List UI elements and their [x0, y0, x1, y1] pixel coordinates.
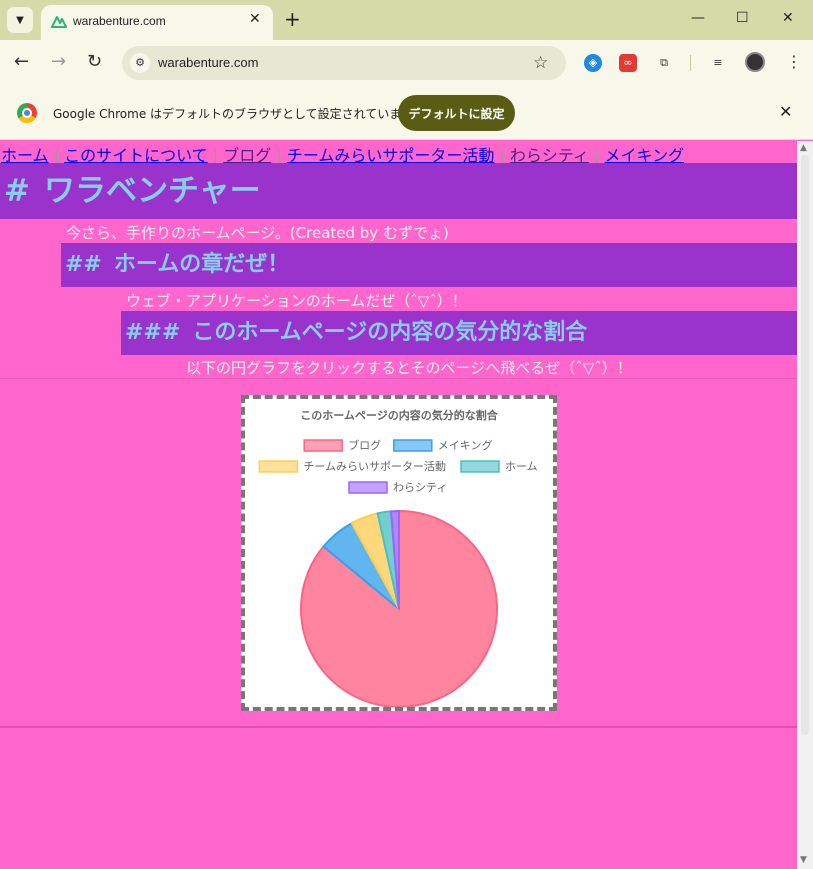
site-settings-icon[interactable]: ⚙: [130, 53, 150, 73]
tab-close-icon[interactable]: ✕: [249, 11, 261, 27]
legend-swatch: [460, 460, 500, 473]
extension-icon[interactable]: ◈: [584, 54, 602, 72]
scroll-down-arrow-icon[interactable]: ▼: [800, 855, 807, 865]
set-default-button[interactable]: デフォルトに設定: [398, 95, 515, 131]
infobar-message: Google Chrome はデフォルトのブラウザとして設定されていません: [53, 107, 425, 121]
url-text[interactable]: warabenture.com: [158, 55, 258, 70]
legend-item[interactable]: メイキング: [393, 438, 493, 452]
tab-bar: ▼ warabenture.com ✕ + — ☐ ✕: [0, 0, 813, 40]
chart-title: このホームページの内容の気分的な割合: [300, 408, 498, 422]
divider: [0, 726, 797, 728]
legend-item[interactable]: ホーム: [460, 460, 538, 473]
puzzle-extensions-icon[interactable]: ⧉: [655, 54, 673, 72]
new-tab-button[interactable]: +: [284, 8, 301, 30]
back-arrow-icon[interactable]: ←: [14, 52, 29, 72]
scrollbar-thumb[interactable]: [801, 155, 809, 735]
legend-item[interactable]: チームみらいサポーター活動: [258, 459, 446, 473]
legend-label: チームみらいサポーター活動: [303, 459, 446, 473]
section-text: ウェブ・アプリケーションのホームだぜ（ˆ▽ˆ）！: [126, 292, 467, 310]
maximize-icon[interactable]: ☐: [736, 10, 749, 26]
pie-chart-container[interactable]: このホームページの内容の気分的な割合ブログ メイキングチームみらいサポーター活動 ホ…: [241, 395, 557, 711]
minimize-icon[interactable]: —: [691, 10, 705, 26]
forward-arrow-icon[interactable]: →: [51, 52, 66, 72]
toolbar-divider: [690, 55, 691, 71]
infobar-close-icon[interactable]: ✕: [779, 102, 792, 121]
default-browser-infobar: Google Chrome はデフォルトのブラウザとして設定されていません デフ…: [0, 86, 813, 140]
chevron-down-icon: ▼: [16, 14, 24, 26]
section-heading: ## ホームの章だぜ！: [61, 243, 797, 287]
heading-marker: #: [4, 173, 30, 209]
legend-label: メイキング: [438, 438, 493, 452]
section-heading-text: ホームの章だぜ！: [113, 252, 290, 277]
intro-text: 今さら、手作りのホームページ。(Created by むずでょ): [66, 224, 449, 242]
divider: [0, 378, 797, 379]
legend-swatch: [393, 439, 433, 452]
window-close-icon[interactable]: ✕: [782, 10, 794, 26]
browser-tab[interactable]: warabenture.com ✕: [41, 5, 273, 40]
legend-label: ホーム: [505, 460, 538, 473]
pie-chart[interactable]: このホームページの内容の気分的な割合ブログ メイキングチームみらいサポーター活動 ホ…: [245, 399, 553, 707]
browser-toolbar: ← → ↻ ⚙ warabenture.com ☆ ◈ ∞ ⧉ ≡ ⋮: [0, 40, 813, 86]
legend-item[interactable]: わらシティ: [348, 481, 447, 494]
media-control-icon[interactable]: ≡: [709, 54, 727, 72]
extension-icon[interactable]: ∞: [619, 54, 637, 72]
chart-instruction-text: 以下の円グラフをクリックするとそのページへ飛べるぜ（ˆ▽ˆ）！: [186, 359, 632, 377]
legend-label: わらシティ: [393, 481, 447, 494]
chrome-logo-icon: [17, 103, 37, 123]
reload-icon[interactable]: ↻: [87, 52, 102, 72]
heading-marker: ##: [65, 252, 102, 277]
menu-kebab-icon[interactable]: ⋮: [786, 52, 802, 71]
scroll-up-arrow-icon[interactable]: ▲: [800, 143, 807, 153]
profile-avatar[interactable]: [745, 52, 765, 72]
page-content: ホーム | このサイトについて | ブログ | チームみらいサポーター活動 | …: [0, 141, 797, 869]
tab-search-button[interactable]: ▼: [7, 7, 33, 33]
bookmark-star-icon[interactable]: ☆: [533, 53, 548, 73]
legend-item[interactable]: ブログ: [303, 438, 381, 452]
scrollbar[interactable]: ▲ ▼: [797, 141, 813, 869]
legend-label: ブログ: [348, 438, 381, 452]
page-title-text: ワラベンチャー: [43, 173, 261, 209]
legend-swatch: [303, 439, 343, 452]
site-favicon-icon: [51, 16, 67, 28]
heading-marker: ###: [125, 320, 181, 345]
subsection-heading-text: このホームページの内容の気分的な割合: [192, 320, 588, 345]
subsection-heading: ### このホームページの内容の気分的な割合: [121, 311, 797, 355]
legend-swatch: [348, 481, 388, 494]
legend-swatch: [258, 460, 299, 473]
page-title: # ワラベンチャー: [0, 163, 797, 219]
tab-title: warabenture.com: [73, 14, 166, 28]
